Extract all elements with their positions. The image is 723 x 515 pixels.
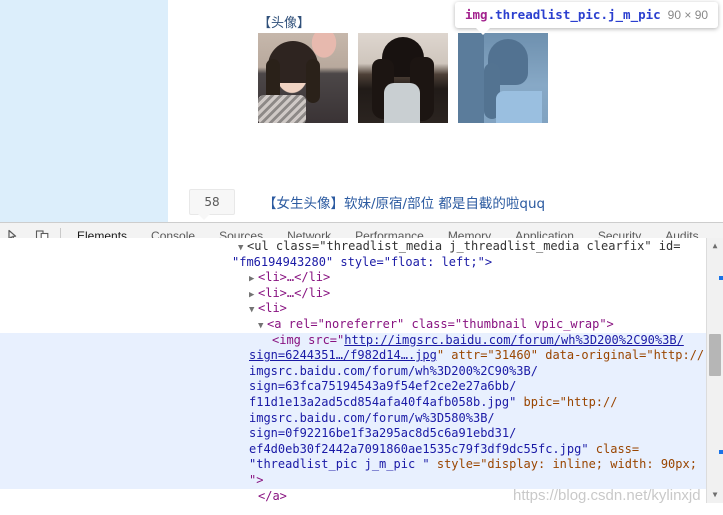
avatar-thumbnail-2[interactable] [358,33,448,123]
dom-img-dataoriginal-2: sign=63fca75194543a9f54ef2ce2e27a6bb/ [249,379,517,394]
dom-node-img-line2[interactable]: sign=6244351…/f982d14….jpg" attr="31460"… [0,348,723,364]
dom-img-bpic-2: sign=0f92216be1f3a295ac8d5c6a91ebd31/ [249,426,517,441]
dom-node-ul-open-cont[interactable]: "fm6194943280" style="float: left;"> [0,255,723,271]
dom-node-li-collapsed-1[interactable]: ▶ <li>…</li> [0,270,723,286]
dom-img-style-attr: style="display: inline; width: 90px; [429,457,697,472]
dom-li-1-text: <li>…</li> [258,270,331,285]
dom-img-attrs-1: " attr="31460" data-original="http:// [436,348,705,363]
dom-li-2-text: <li>…</li> [258,285,331,300]
dom-node-li-collapsed-2[interactable]: ▶ <li>…</li> [0,286,723,302]
tooltip-dimensions: 90 × 90 [667,8,709,22]
thumbnail-clothing-shape [384,83,420,123]
tooltip-tag-name: img [465,7,488,22]
dom-node-img-line9[interactable]: "threadlist_pic j_m_pic " style="display… [0,457,723,473]
dom-node-img-line7[interactable]: sign=0f92216be1f3a295ac8d5c6a91ebd31/ [0,426,723,442]
dom-node-img-line3[interactable]: imgsrc.baidu.com/forum/wh%3D200%2C90%3B/ [0,363,723,380]
thumbnail-image-1 [258,33,348,123]
element-highlight-overlay [0,0,168,222]
dom-anchor-close-text: </a> [258,488,287,503]
dom-node-img-line5[interactable]: f11d1e13a2ad5cd854afa40f4afb058b.jpg" bp… [0,394,723,411]
tooltip-class-names: .threadlist_pic.j_m_pic [487,7,661,22]
dom-node-img-line4[interactable]: sign=63fca75194543a9f54ef2ce2e27a6bb/ [0,379,723,395]
dom-node-ul-id-text: "fm6194943280" style="float: left;"> [232,254,493,269]
dom-node-img-close[interactable]: "> [0,472,723,489]
dom-img-bpic-1: imgsrc.baidu.com/forum/w%3D580%3B/ [249,410,495,425]
dom-img-class-value: "threadlist_pic j_m_pic " [249,457,430,472]
dom-img-open-text: <img src=" [272,332,345,347]
dom-node-ul-open[interactable]: ▼ <ul class="threadlist_media j_threadlis… [0,239,723,255]
dom-img-dataoriginal-1: imgsrc.baidu.com/forum/wh%3D200%2C90%3B/ [249,363,538,378]
dom-li-3-text: <li> [258,301,287,316]
web-page-viewport: 【头像】 58 【女生头像】软妹/原宿/部位 都是自截的啦quq [0,0,723,222]
scroll-up-arrow-icon[interactable]: ▲ [707,238,723,254]
dom-node-ul-text: <ul class="threadlist_media j_threadlist… [247,239,681,253]
dom-node-anchor-close[interactable]: </a> [0,489,723,505]
inspected-element-overlay [458,33,548,123]
dom-img-dataoriginal-3: f11d1e13a2ad5cd854afa40f4afb058b.jpg" [249,394,524,409]
dom-tree-scrollbar[interactable]: ▲ ▼ [706,238,723,503]
devtools-panel: Elements Console Sources Network Perform… [0,222,723,515]
dom-node-img-selected[interactable]: <img src="http://imgsrc.baidu.com/forum/… [0,332,723,349]
dom-img-bpic-attr: bpic="http:// [523,394,618,409]
thumbnail-hair-shape [306,59,320,103]
avatar-thumbnail-3[interactable] [458,33,548,123]
scroll-down-arrow-icon[interactable]: ▼ [707,487,723,503]
thread-title-link[interactable]: 【女生头像】软妹/原宿/部位 都是自截的啦quq [263,192,545,212]
dom-img-class-attr: class= [595,441,640,456]
dom-node-img-line8[interactable]: ef4d0eb30f2442a7091860ae1535c79f3df9dc55… [0,441,723,458]
dom-tree-view[interactable]: ▼ <ul class="threadlist_media j_threadlis… [0,238,723,504]
dom-anchor-text: <a rel="noreferrer" class="thumbnail vpi… [267,316,614,331]
dom-node-img-line6[interactable]: imgsrc.baidu.com/forum/w%3D580%3B/ [0,410,723,427]
dom-node-anchor[interactable]: ▼ <a rel="noreferrer" class="thumbnail vp… [0,317,723,333]
scrollbar-thumb[interactable] [709,334,721,376]
thumbnail-image-2 [358,33,448,123]
avatar-section-label: 【头像】 [258,16,311,31]
dom-img-src-url-1[interactable]: http://imgsrc.baidu.com/forum/wh%3D200%2… [344,333,684,347]
node-inspect-tooltip: img.threadlist_pic.j_m_pic 90 × 90 [455,2,719,35]
dom-node-li-expanded[interactable]: ▼ <li> [0,301,723,317]
dom-img-src-url-2[interactable]: sign=6244351…/f982d14….jpg [249,348,437,362]
reply-count-badge: 58 [189,189,235,220]
dom-img-bpic-3: ef4d0eb30f2442a7091860ae1535c79f3df9dc55… [249,441,596,456]
scrollbar-marker [719,450,723,454]
avatar-thumbnail-1[interactable] [258,33,348,123]
dom-img-close-text: "> [249,472,264,487]
scrollbar-marker [719,276,723,280]
thumbnail-clothing-shape [258,95,306,123]
